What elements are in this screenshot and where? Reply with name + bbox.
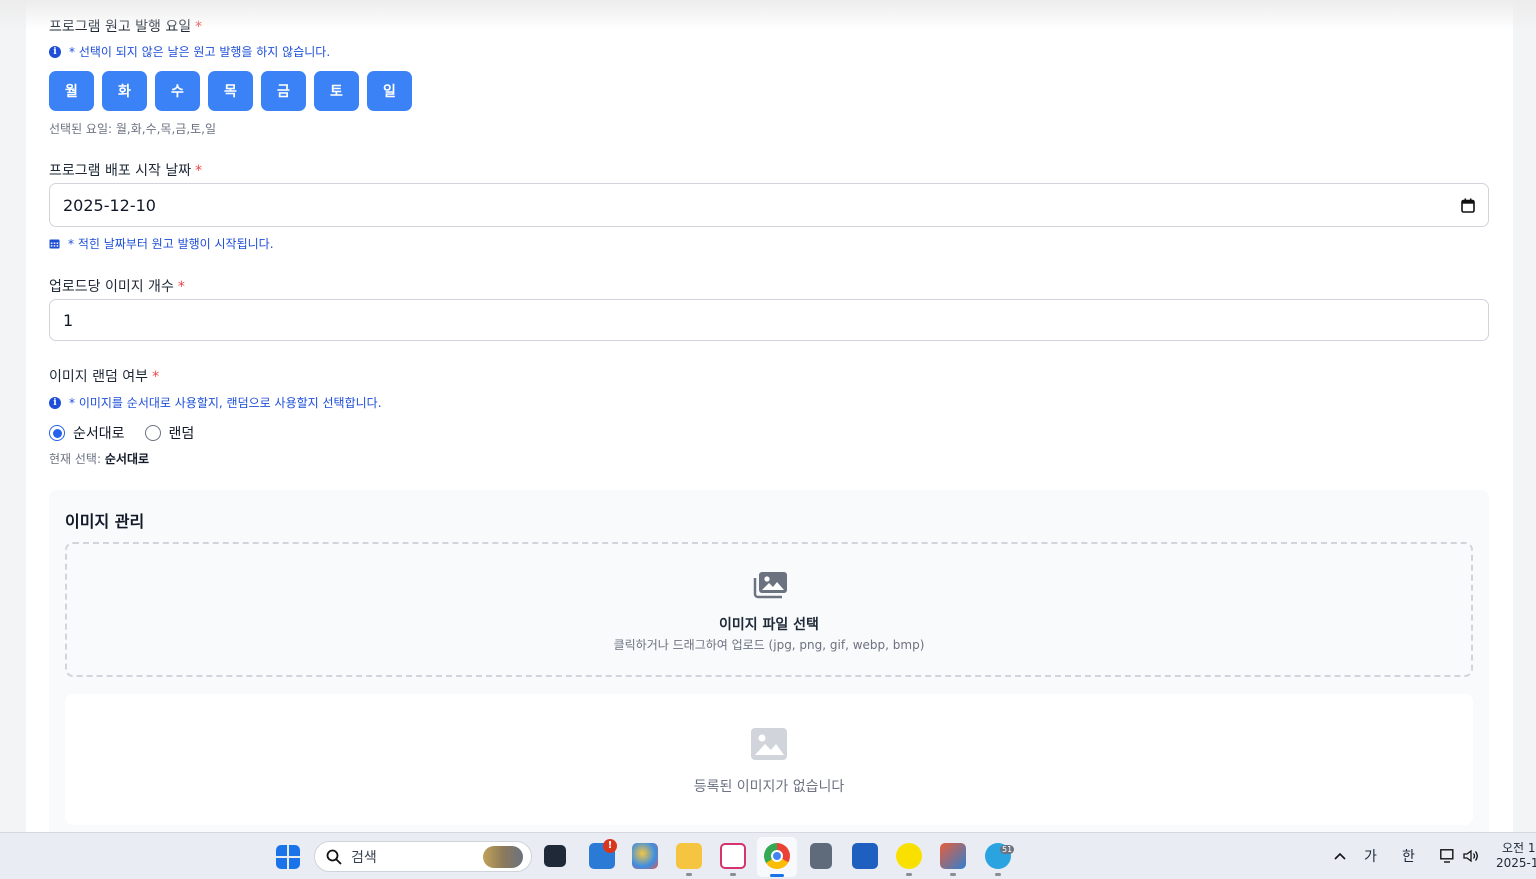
image-count-label: 업로드당 이미지 개수 * [49, 279, 185, 295]
telegram-badge: 51 [1000, 845, 1015, 854]
image-placeholder-icon [751, 728, 787, 760]
empty-message: 등록된 이미지가 없습니다 [693, 779, 845, 795]
required-mark: * [177, 279, 185, 295]
paint-icon[interactable] [632, 843, 658, 869]
search-highlight-icon [483, 846, 523, 868]
clock-time[interactable]: 오전 1 [1502, 839, 1536, 856]
image-dropzone[interactable]: 이미지 파일 선택 클릭하거나 드래그하여 업로드 (jpg, png, gif… [65, 542, 1473, 677]
day-button-tue[interactable]: 화 [102, 71, 147, 111]
kakaotalk-icon[interactable] [896, 843, 922, 869]
image-count-value: 1 [63, 310, 74, 330]
start-date-hint: * 적힌 날짜부터 원고 발행이 시작됩니다. [49, 235, 274, 252]
start-date-label: 프로그램 배포 시작 날짜 * [49, 163, 203, 179]
task-view-icon[interactable] [544, 845, 566, 867]
calendar-icon[interactable] [1461, 198, 1475, 213]
schedule-label: 프로그램 원고 발행 요일 * [49, 19, 203, 35]
random-hint: i * 이미지를 순서대로 사용할지, 랜덤으로 사용할지 선택합니다. [49, 394, 382, 411]
schedule-hint: i * 선택이 되지 않은 날은 원고 발행을 하지 않습니다. [49, 43, 330, 60]
day-button-mon[interactable]: 월 [49, 71, 94, 111]
image-manage-panel: 이미지 관리 이미지 파일 선택 클릭하거나 드래그하여 업로드 (jpg, p… [49, 490, 1489, 832]
selected-days-text: 선택된 요일: 월,화,수,목,금,토,일 [49, 122, 217, 136]
store-icon[interactable] [852, 843, 878, 869]
form-page: 프로그램 원고 발행 요일 * i * 선택이 되지 않은 날은 원고 발행을 하… [26, 0, 1513, 832]
random-label: 이미지 랜덤 여부 * [49, 369, 160, 385]
start-date-value: 2025-12-10 [63, 195, 156, 215]
current-selection-value: 순서대로 [104, 452, 150, 466]
required-mark: * [195, 19, 203, 35]
radio-random[interactable] [144, 425, 161, 441]
running-indicator [950, 873, 956, 876]
random-options: 순서대로 랜덤 [49, 423, 194, 443]
calendar-small-icon [49, 239, 60, 249]
taskbar-search[interactable]: 검색 [314, 841, 532, 872]
taskbar: 검색 ! 51 가 한 오전 1 2025-1 [0, 832, 1536, 879]
file-explorer-icon[interactable] [676, 843, 702, 869]
images-icon [753, 572, 787, 599]
day-button-fri[interactable]: 금 [261, 71, 306, 111]
windows-start-icon[interactable] [276, 845, 300, 869]
clock-date[interactable]: 2025-1 [1496, 856, 1536, 870]
tray-chevron-up-icon[interactable] [1334, 852, 1346, 860]
snipping-tool-icon[interactable] [720, 843, 746, 869]
dropzone-subtitle: 클릭하거나 드래그하여 업로드 (jpg, png, gif, webp, bm… [613, 638, 925, 652]
day-buttons: 월 화 수 목 금 토 일 [49, 71, 412, 111]
active-indicator [770, 874, 784, 877]
ime-mode-1[interactable]: 가 [1364, 846, 1377, 866]
image-count-input[interactable]: 1 [49, 299, 1489, 341]
required-mark: * [195, 163, 203, 179]
app-icon[interactable] [940, 843, 966, 869]
required-mark: * [152, 369, 160, 385]
info-icon: i [49, 45, 61, 58]
day-button-thu[interactable]: 목 [208, 71, 253, 111]
ime-mode-2[interactable]: 한 [1402, 846, 1415, 866]
search-icon [326, 849, 342, 865]
radio-sequential[interactable] [49, 425, 65, 441]
image-list-empty: 등록된 이미지가 없습니다 [65, 694, 1473, 825]
radio-sequential-label[interactable]: 순서대로 [73, 423, 125, 443]
radio-random-label[interactable]: 랜덤 [169, 423, 195, 443]
current-selection: 현재 선택: 순서대로 [49, 452, 150, 466]
start-date-input[interactable]: 2025-12-10 [49, 183, 1489, 227]
running-indicator [995, 873, 1001, 876]
day-button-wed[interactable]: 수 [155, 71, 200, 111]
chrome-center [771, 850, 783, 862]
volume-icon[interactable] [1463, 849, 1479, 863]
info-icon: i [49, 396, 61, 409]
network-icon[interactable] [1440, 849, 1456, 863]
notification-badge-icon: ! [603, 839, 617, 853]
search-placeholder: 검색 [351, 849, 377, 866]
image-manage-title: 이미지 관리 [65, 512, 145, 531]
running-indicator [906, 873, 912, 876]
running-indicator [730, 873, 736, 876]
dropzone-title: 이미지 파일 선택 [719, 617, 819, 633]
day-button-sun[interactable]: 일 [367, 71, 412, 111]
running-indicator [686, 873, 692, 876]
calculator-icon[interactable] [810, 843, 832, 869]
day-button-sat[interactable]: 토 [314, 71, 359, 111]
chrome-icon[interactable] [764, 843, 790, 869]
